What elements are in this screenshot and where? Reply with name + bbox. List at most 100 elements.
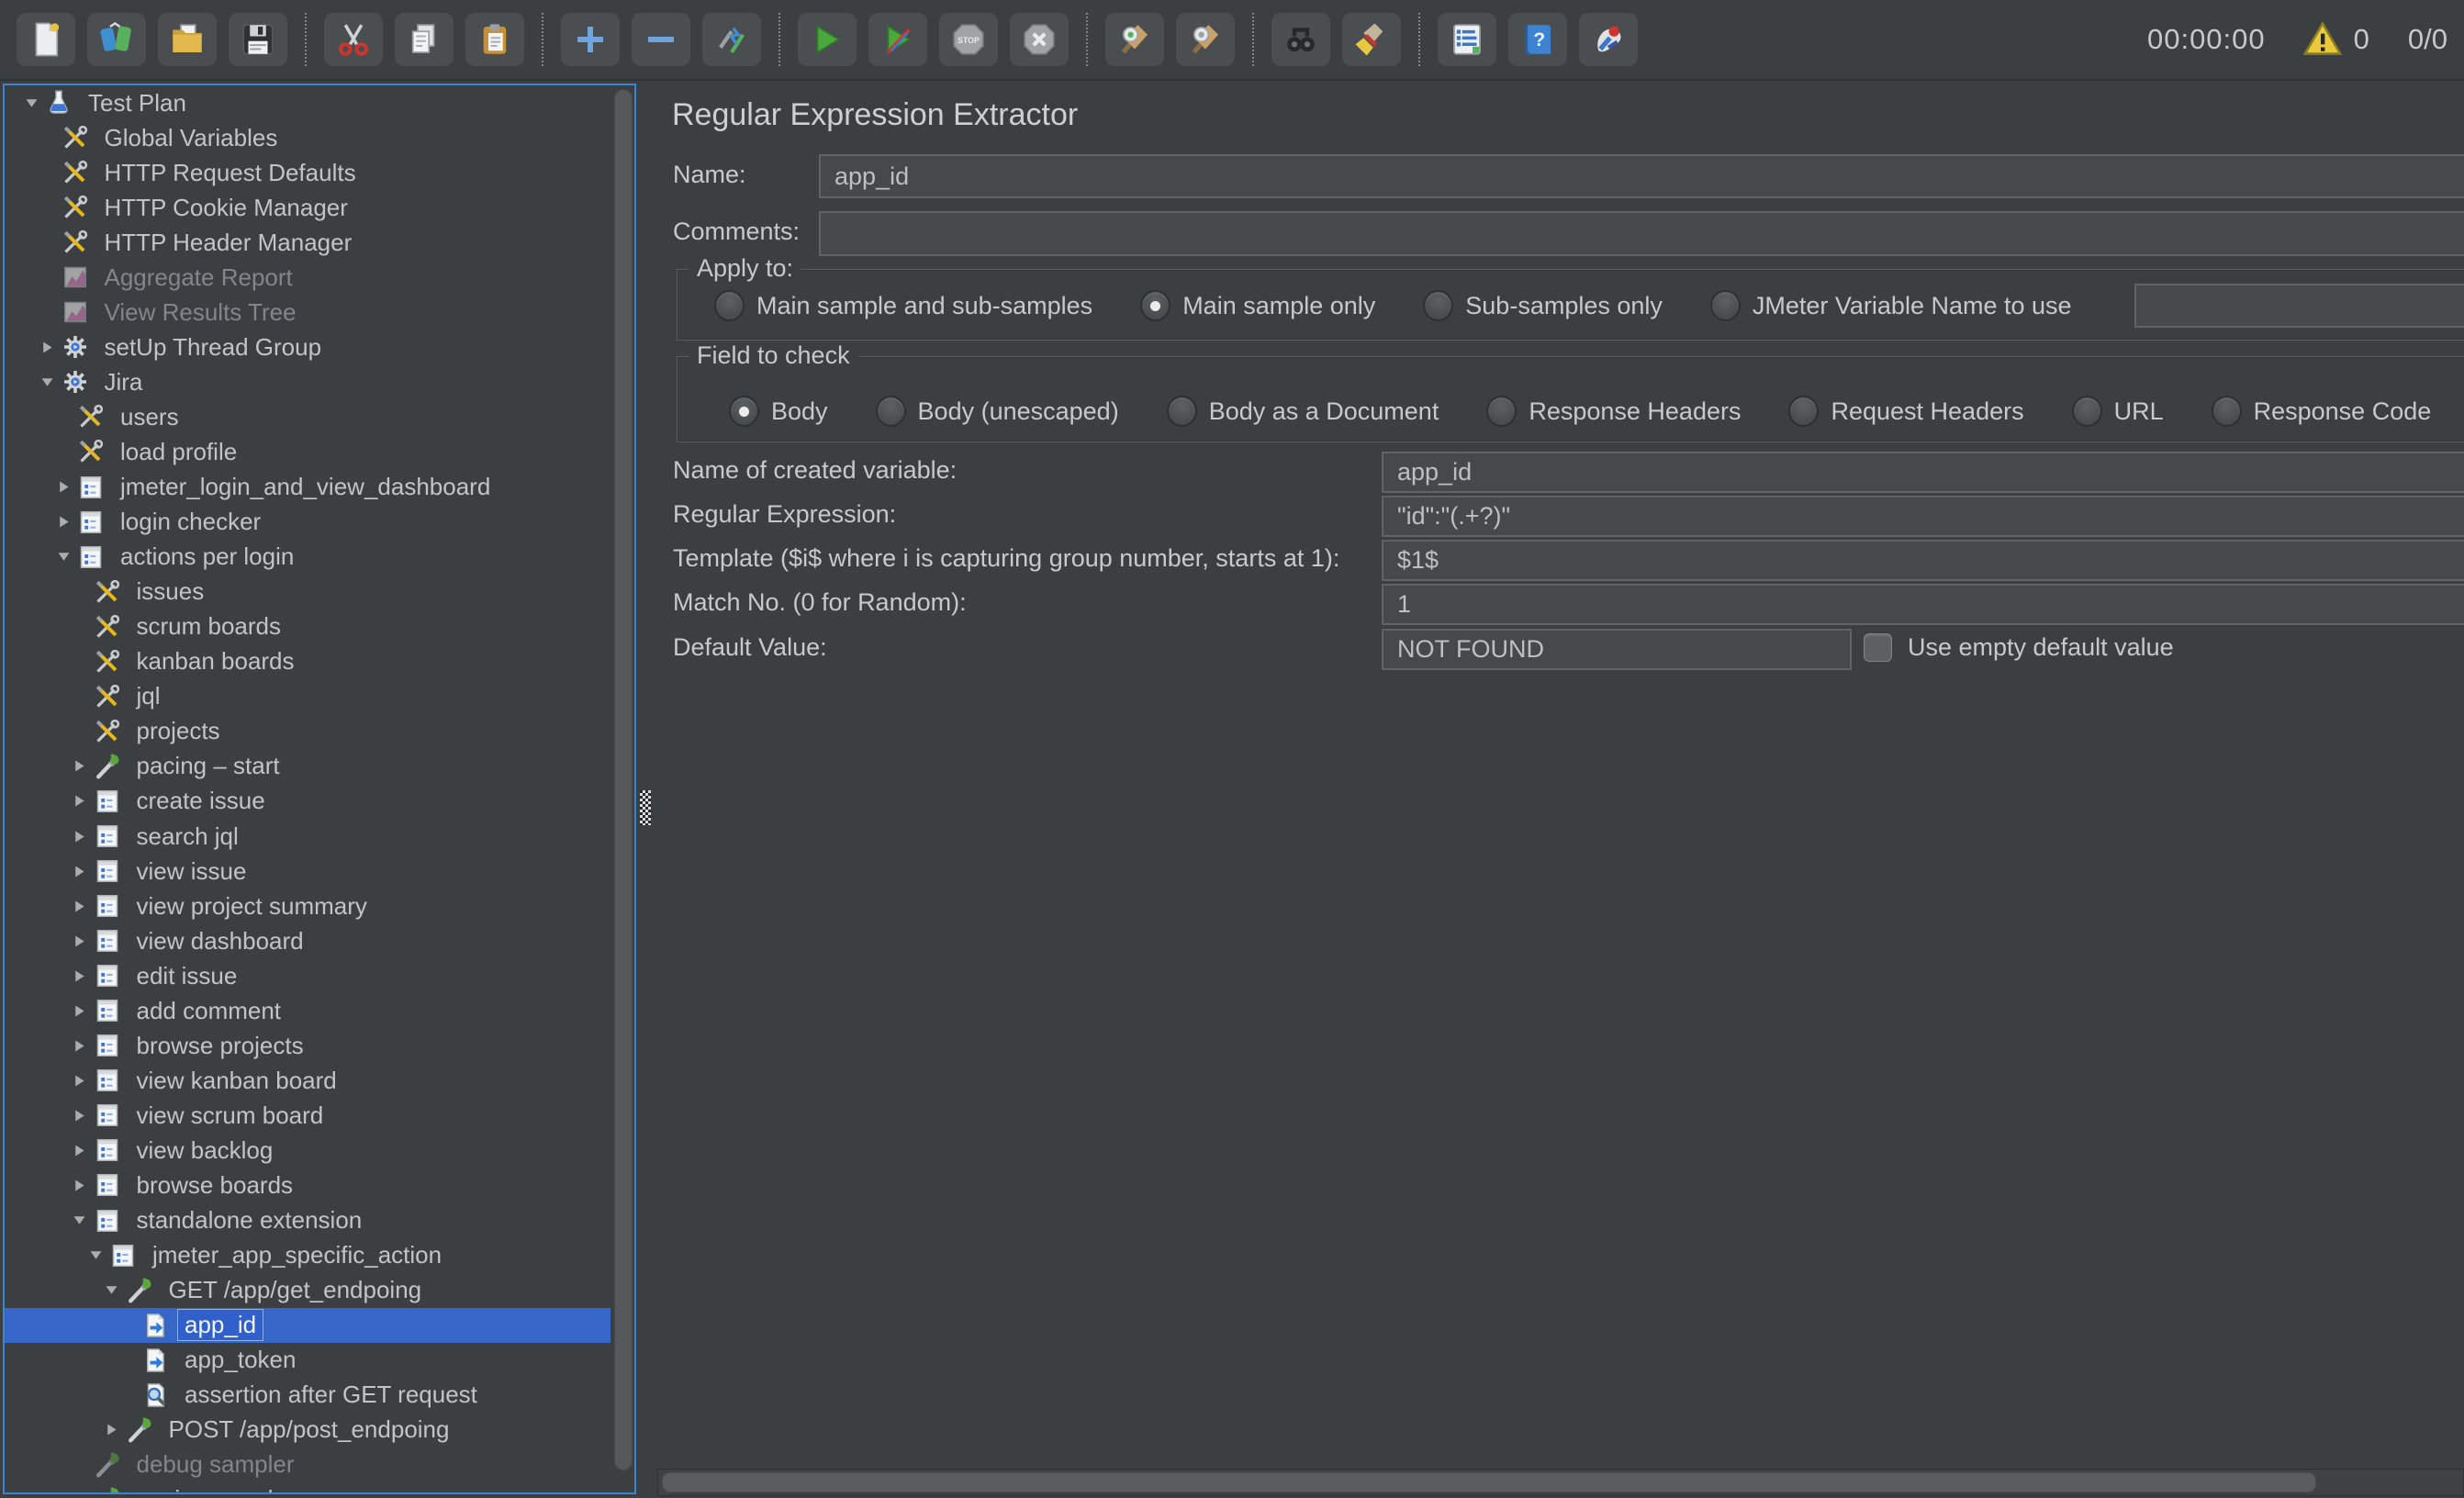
regular-expression-input[interactable]: "id":"(.+?)" bbox=[1382, 496, 2464, 537]
tree-item-view-project-summary[interactable]: view project summary bbox=[5, 889, 610, 923]
tree-item-view-scrum-board[interactable]: view scrum board bbox=[5, 1098, 610, 1133]
expander-closed-icon[interactable] bbox=[100, 1422, 124, 1437]
expander-closed-icon[interactable] bbox=[68, 864, 92, 879]
expander-closed-icon[interactable] bbox=[51, 514, 75, 530]
tree-item-add-comment[interactable]: add comment bbox=[5, 993, 610, 1028]
tree-item-setup-thread-group[interactable]: setUp Thread Group bbox=[5, 330, 610, 364]
expander-closed-icon[interactable] bbox=[68, 899, 92, 914]
options-button[interactable] bbox=[1579, 13, 1638, 66]
radio-label[interactable]: Response Headers bbox=[1529, 397, 1741, 426]
tree-item-view-results-tree[interactable]: View Results Tree bbox=[5, 295, 610, 330]
start-no-pauses-button[interactable] bbox=[868, 13, 927, 66]
tree-item-standalone-extension[interactable]: standalone extension bbox=[5, 1203, 610, 1238]
tree-item-search-jql[interactable]: search jql bbox=[5, 819, 610, 854]
field-to-check-option-response-code[interactable]: Response Code bbox=[2212, 396, 2432, 427]
tree-item-aggregate-report[interactable]: Aggregate Report bbox=[5, 260, 610, 295]
tree-item-actions-per-login[interactable]: actions per login bbox=[5, 540, 610, 575]
expander-closed-icon[interactable] bbox=[68, 1003, 92, 1019]
expander-closed-icon[interactable] bbox=[68, 1073, 92, 1089]
expander-closed-icon[interactable] bbox=[68, 1038, 92, 1054]
radio-label[interactable]: Body as a Document bbox=[1209, 397, 1439, 426]
match-no-0-for-random-input[interactable]: 1 bbox=[1382, 584, 2464, 625]
function-helper-button[interactable] bbox=[1438, 13, 1496, 66]
radio-label[interactable]: Body bbox=[771, 397, 828, 426]
open-folder-button[interactable] bbox=[158, 13, 217, 66]
tree-item-jmeter-login-and-view-dashboard[interactable]: jmeter_login_and_view_dashboard bbox=[5, 470, 610, 505]
radio-button[interactable] bbox=[1140, 290, 1170, 321]
radio-button[interactable] bbox=[1167, 396, 1197, 427]
tree-item-app-token[interactable]: app_token bbox=[5, 1343, 610, 1378]
radio-button[interactable] bbox=[729, 396, 759, 427]
radio-label[interactable]: Main sample only bbox=[1182, 292, 1375, 320]
radio-button[interactable] bbox=[714, 290, 745, 321]
radio-button[interactable] bbox=[2072, 396, 2102, 427]
field-to-check-option-response-headers[interactable]: Response Headers bbox=[1486, 396, 1741, 427]
radio-button[interactable] bbox=[1486, 396, 1517, 427]
expander-open-icon[interactable] bbox=[36, 374, 60, 390]
radio-button[interactable] bbox=[876, 396, 906, 427]
tree-item-users[interactable]: users bbox=[5, 399, 610, 434]
tree-item-view-dashboard[interactable]: view dashboard bbox=[5, 923, 610, 958]
tree-item-login-checker[interactable]: login checker bbox=[5, 505, 610, 540]
tree-item-global-variables[interactable]: Global Variables bbox=[5, 120, 610, 155]
name-input[interactable]: app_id bbox=[819, 154, 2464, 198]
new-file-button[interactable] bbox=[17, 13, 75, 66]
expander-closed-icon[interactable] bbox=[68, 968, 92, 984]
tree-item-test-plan[interactable]: Test Plan bbox=[5, 85, 610, 120]
remote-start-all-button[interactable] bbox=[1105, 13, 1164, 66]
field-to-check-option-url[interactable]: URL bbox=[2072, 396, 2164, 427]
tree-item-debug-sampler[interactable]: debug sampler bbox=[5, 1448, 610, 1482]
radio-button[interactable] bbox=[2212, 396, 2242, 427]
tree-item-http-request-defaults[interactable]: HTTP Request Defaults bbox=[5, 155, 610, 190]
radio-label[interactable]: Request Headers bbox=[1831, 397, 2023, 426]
apply-to-option-main-sample-and-sub-samples[interactable]: Main sample and sub-samples bbox=[714, 290, 1092, 321]
field-to-check-option-request-headers[interactable]: Request Headers bbox=[1788, 396, 2023, 427]
help-button[interactable] bbox=[1508, 13, 1567, 66]
radio-label[interactable]: Main sample and sub-samples bbox=[756, 292, 1092, 320]
comments-input[interactable] bbox=[819, 211, 2464, 256]
expander-closed-icon[interactable] bbox=[68, 933, 92, 949]
collapse-all-button[interactable] bbox=[632, 13, 690, 66]
expander-closed-icon[interactable] bbox=[51, 479, 75, 495]
radio-button[interactable] bbox=[1423, 290, 1453, 321]
expander-closed-icon[interactable] bbox=[36, 340, 60, 355]
expander-closed-icon[interactable] bbox=[68, 1178, 92, 1193]
radio-button[interactable] bbox=[1710, 290, 1741, 321]
tree-vertical-scrollbar[interactable] bbox=[612, 87, 633, 1491]
tree-item-jql[interactable]: jql bbox=[5, 679, 610, 714]
tree-scrollbar-thumb[interactable] bbox=[614, 89, 633, 1470]
template-i-where-i-is-capturing-group-number-starts-at-1-input[interactable]: $1$ bbox=[1382, 540, 2464, 581]
cut-button[interactable] bbox=[324, 13, 383, 66]
tree-item-load-profile[interactable]: load profile bbox=[5, 434, 610, 469]
apply-to-option-main-sample-only[interactable]: Main sample only bbox=[1140, 290, 1375, 321]
expander-closed-icon[interactable] bbox=[68, 1108, 92, 1124]
tree-item-http-cookie-manager[interactable]: HTTP Cookie Manager bbox=[5, 190, 610, 225]
field-to-check-option-body-unescaped[interactable]: Body (unescaped) bbox=[876, 396, 1119, 427]
tree-item-get-app-get-endpoing[interactable]: GET /app/get_endpoing bbox=[5, 1273, 610, 1308]
jmeter-variable-name-input[interactable] bbox=[2134, 284, 2464, 328]
search-button[interactable] bbox=[1271, 13, 1330, 66]
use-empty-default-checkbox[interactable] bbox=[1864, 633, 1892, 662]
tree-item-issues[interactable]: issues bbox=[5, 575, 610, 609]
apply-to-option-sub-samples-only[interactable]: Sub-samples only bbox=[1423, 290, 1663, 321]
expander-open-icon[interactable] bbox=[100, 1282, 124, 1298]
expander-closed-icon[interactable] bbox=[68, 1143, 92, 1158]
expand-all-button[interactable] bbox=[561, 13, 620, 66]
expander-closed-icon[interactable] bbox=[68, 793, 92, 809]
expander-open-icon[interactable] bbox=[68, 1213, 92, 1228]
tree-item-assertion-after-get-request[interactable]: assertion after GET request bbox=[5, 1378, 610, 1413]
shutdown-button[interactable] bbox=[1010, 13, 1069, 66]
editor-horizontal-scrollbar[interactable] bbox=[657, 1469, 2464, 1496]
radio-button[interactable] bbox=[1788, 396, 1819, 427]
tree-item-view-backlog[interactable]: view backlog bbox=[5, 1133, 610, 1168]
tree-item-http-header-manager[interactable]: HTTP Header Manager bbox=[5, 225, 610, 260]
default-value-input[interactable]: NOT FOUND bbox=[1382, 629, 1852, 670]
tree-item-kanban-boards[interactable]: kanban boards bbox=[5, 644, 610, 679]
radio-label[interactable]: URL bbox=[2114, 397, 2164, 426]
tree-item-pacing-end[interactable]: pacing – end bbox=[5, 1482, 610, 1492]
tree-item-scrum-boards[interactable]: scrum boards bbox=[5, 609, 610, 644]
radio-label[interactable]: JMeter Variable Name to use bbox=[1753, 292, 2072, 320]
split-pane-handle[interactable] bbox=[640, 790, 651, 825]
tree-item-jira[interactable]: Jira bbox=[5, 364, 610, 399]
remote-shutdown-all-button[interactable] bbox=[1176, 13, 1235, 66]
